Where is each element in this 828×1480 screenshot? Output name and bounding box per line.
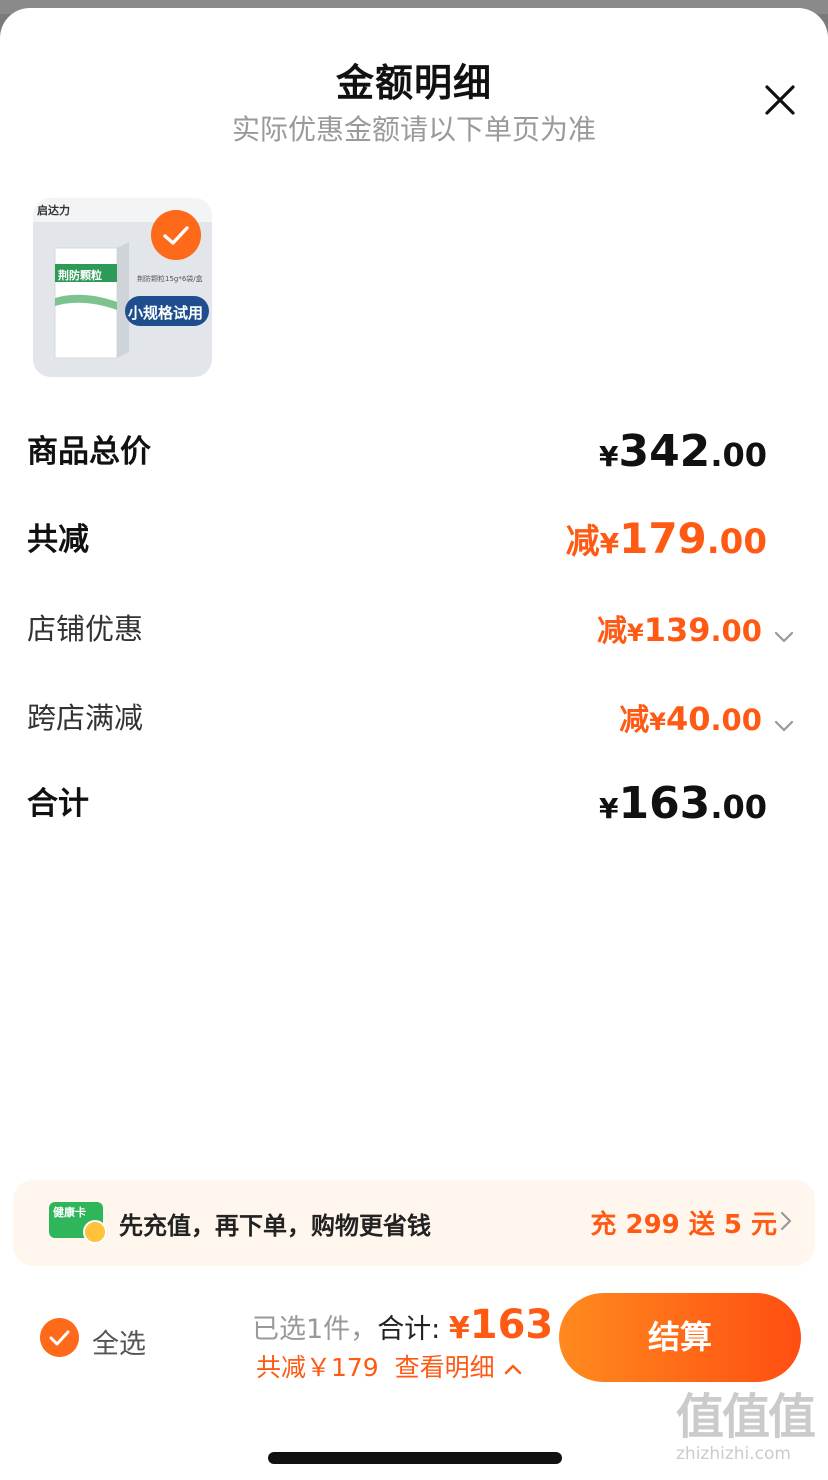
discount-prefix: 减	[619, 703, 650, 738]
cross-store-label: 跨店满减	[27, 701, 144, 735]
chevron-right-icon[interactable]	[779, 1210, 793, 1232]
total-price-amount: ¥342.00	[599, 426, 767, 477]
product-brand: 启达力	[37, 204, 70, 217]
amount-dec: .00	[710, 703, 762, 737]
sheet-title: 金额明细	[335, 61, 492, 105]
total-currency: ¥	[448, 1311, 470, 1346]
currency-symbol: ¥	[599, 527, 620, 560]
amount-dec: .00	[710, 788, 767, 826]
sheet-subtitle: 实际优惠金额请以下单页为准	[231, 113, 596, 146]
currency-symbol: ¥	[598, 440, 619, 473]
watermark: 值值值 zhizhizhi.com	[676, 1390, 822, 1470]
discount-prefix: 减	[597, 614, 628, 649]
currency-symbol: ¥	[627, 619, 644, 647]
shop-discount-amount: 减¥139.00	[597, 606, 795, 650]
amount-int: 40	[666, 700, 711, 738]
recharge-promo-banner[interactable]: 健康卡 先充值，再下单，购物更省钱 充 299 送 5 元	[13, 1180, 815, 1266]
selected-count: 已选1件，	[252, 1314, 378, 1345]
chevron-up-icon[interactable]	[503, 1362, 523, 1376]
discount-prefix: 减	[565, 522, 600, 562]
cross-store-amount: 减¥40.00	[619, 695, 795, 739]
chevron-down-icon[interactable]	[773, 630, 795, 644]
row-total-discount: 共减 减¥179.00	[27, 514, 798, 564]
row-cross-store-discount[interactable]: 跨店满减 减¥40.00	[27, 695, 798, 745]
watermark-main: 值值值	[676, 1389, 816, 1445]
chevron-down-icon[interactable]	[773, 719, 795, 733]
product-spec: 荆防颗粒15g*6袋/盒	[137, 275, 203, 283]
select-all-checkbox[interactable]	[40, 1318, 79, 1357]
total-amount: 163	[469, 1302, 554, 1348]
product-tag: 小规格试用	[128, 304, 204, 322]
subtotal-label: 合计	[27, 786, 89, 822]
health-card-label: 健康卡	[53, 1206, 86, 1219]
total-discount-amount: 减¥179.00	[566, 514, 767, 563]
discount-summary[interactable]: 共减￥179 查看明细	[256, 1348, 523, 1384]
amount-dec: .00	[706, 522, 767, 562]
home-indicator	[268, 1452, 562, 1464]
promo-text: 先充值，再下单，购物更省钱	[119, 1212, 431, 1240]
amount-int: 342	[618, 426, 711, 477]
order-summary: 已选1件，合计: ¥163	[252, 1302, 553, 1348]
view-detail-link[interactable]: 查看明细	[395, 1353, 495, 1382]
checkout-button[interactable]: 结算	[559, 1293, 801, 1382]
health-card-icon: 健康卡	[49, 1202, 107, 1244]
amount-int: 179	[619, 514, 707, 563]
watermark-sub: zhizhizhi.com	[676, 1444, 791, 1464]
amount-int: 163	[618, 778, 711, 829]
row-subtotal: 合计 ¥163.00	[27, 778, 798, 829]
amount-dec: .00	[710, 614, 762, 648]
product-name: 荆防颗粒	[58, 269, 102, 282]
currency-symbol: ¥	[598, 792, 619, 825]
close-icon[interactable]	[760, 80, 800, 120]
row-shop-discount[interactable]: 店铺优惠 减¥139.00	[27, 606, 798, 656]
coin-icon	[83, 1220, 107, 1244]
shop-discount-label: 店铺优惠	[27, 612, 144, 646]
total-label: 合计:	[377, 1314, 441, 1345]
amount-dec: .00	[710, 436, 767, 474]
discount-text: 共减￥179	[256, 1353, 379, 1382]
promo-cta[interactable]: 充 299 送 5 元	[590, 1204, 777, 1241]
select-all-label[interactable]: 全选	[92, 1322, 146, 1361]
check-icon[interactable]	[151, 210, 201, 260]
amount-int: 139	[643, 611, 711, 649]
row-total-price: 商品总价 ¥342.00	[27, 426, 798, 477]
subtotal-amount: ¥163.00	[599, 778, 767, 829]
currency-symbol: ¥	[649, 708, 666, 736]
total-discount-label: 共减	[27, 522, 89, 558]
amount-detail-sheet: 金额明细 实际优惠金额请以下单页为准 启达力 荆防颗粒 荆防颗粒15g*6袋/盒…	[0, 8, 828, 1480]
total-price-label: 商品总价	[27, 434, 151, 470]
